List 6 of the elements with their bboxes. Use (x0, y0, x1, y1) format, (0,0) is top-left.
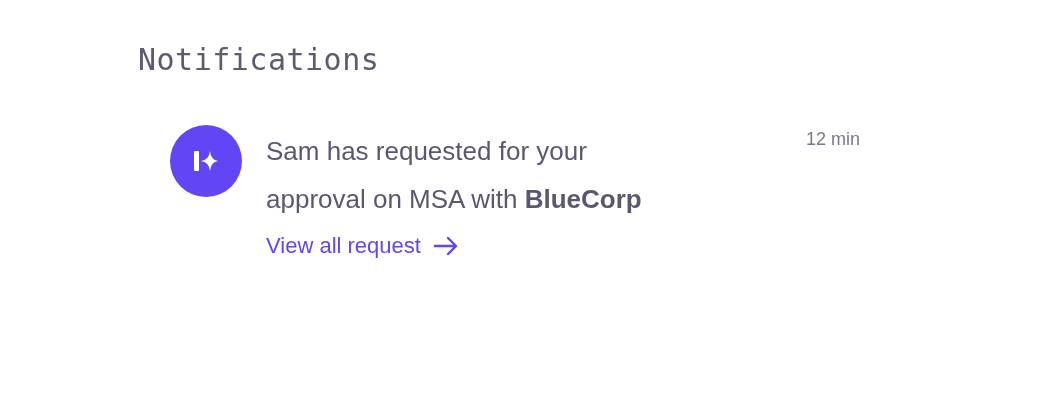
view-all-request-link[interactable]: View all request (266, 233, 459, 259)
notification-time: 12 min (806, 129, 861, 150)
arrow-right-icon (432, 236, 459, 256)
sparkle-avatar-icon (170, 125, 242, 197)
notification-message: Sam has requested for your approval on MSA with BlueCorp (266, 135, 643, 216)
notifications-heading: Notifications (138, 42, 381, 77)
